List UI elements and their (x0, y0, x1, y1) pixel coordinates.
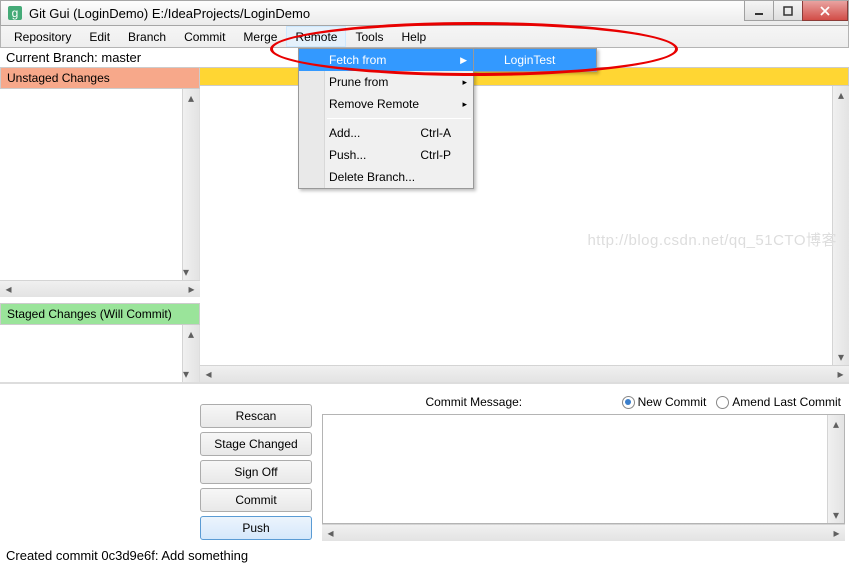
scrollbar-vertical[interactable]: ▴ ▾ (182, 325, 199, 382)
radio-amend-commit[interactable]: Amend Last Commit (716, 395, 841, 409)
scroll-right-icon[interactable]: ▸ (183, 281, 200, 297)
scrollbar-vertical[interactable]: ▴▾ (827, 415, 844, 523)
menu-fetch-from[interactable]: Fetch from▶ (299, 49, 473, 71)
title-bar: g Git Gui (LoginDemo) E:/IdeaProjects/Lo… (0, 0, 849, 26)
menu-add-remote[interactable]: Add...Ctrl-A (299, 122, 473, 144)
status-bar: Created commit 0c3d9e6f: Add something (0, 546, 849, 565)
scrollbar-horizontal[interactable]: ◂▸ (322, 524, 845, 541)
menu-separator (327, 118, 471, 119)
menu-branch[interactable]: Branch (119, 26, 175, 47)
scrollbar-horizontal[interactable]: ◂ ▸ (0, 280, 200, 297)
radio-icon (716, 396, 729, 409)
menu-commit[interactable]: Commit (175, 26, 234, 47)
submenu-logintest[interactable]: LoginTest (474, 49, 596, 71)
stage-changed-button[interactable]: Stage Changed (200, 432, 312, 456)
staged-changes-header: Staged Changes (Will Commit) (0, 303, 200, 325)
push-button[interactable]: Push (200, 516, 312, 540)
menu-push[interactable]: Push...Ctrl-P (299, 144, 473, 166)
menu-help[interactable]: Help (392, 26, 435, 47)
menu-edit[interactable]: Edit (80, 26, 119, 47)
radio-new-commit[interactable]: New Commit (622, 395, 707, 409)
scroll-down-icon[interactable]: ▾ (183, 263, 189, 280)
menu-tools[interactable]: Tools (346, 26, 392, 47)
menu-repository[interactable]: Repository (5, 26, 80, 47)
commit-message-input[interactable]: ▴▾ (322, 414, 845, 524)
commit-panel: Rescan Stage Changed Sign Off Commit Pus… (0, 382, 849, 546)
commit-button[interactable]: Commit (200, 488, 312, 512)
sign-off-button[interactable]: Sign Off (200, 460, 312, 484)
unstaged-changes-list[interactable]: ▴ ▾ (0, 89, 200, 280)
scroll-up-icon[interactable]: ▴ (183, 89, 199, 106)
app-icon: g (7, 5, 23, 21)
window-title: Git Gui (LoginDemo) E:/IdeaProjects/Logi… (29, 6, 745, 21)
menu-delete-branch[interactable]: Delete Branch... (299, 166, 473, 188)
svg-text:g: g (12, 6, 19, 20)
menu-merge[interactable]: Merge (234, 26, 286, 47)
menu-prune-from[interactable]: Prune from▸ (299, 71, 473, 93)
unstaged-changes-header: Unstaged Changes (0, 67, 200, 89)
scrollbar-vertical[interactable]: ▴ ▾ (832, 86, 849, 365)
submenu-arrow-icon: ▸ (462, 77, 467, 88)
menu-bar: Repository Edit Branch Commit Merge Remo… (0, 26, 849, 48)
close-button[interactable] (802, 1, 848, 21)
minimize-button[interactable] (744, 1, 774, 21)
scrollbar-vertical[interactable]: ▴ ▾ (182, 89, 199, 280)
commit-message-label: Commit Message: (326, 395, 622, 409)
fetch-from-submenu: LoginTest (473, 48, 597, 72)
scroll-left-icon[interactable]: ◂ (0, 281, 17, 297)
scrollbar-horizontal[interactable]: ◂▸ (200, 365, 849, 382)
menu-remove-remote[interactable]: Remove Remote▸ (299, 93, 473, 115)
submenu-arrow-icon: ▸ (462, 99, 467, 110)
radio-icon (622, 396, 635, 409)
rescan-button[interactable]: Rescan (200, 404, 312, 428)
submenu-arrow-icon: ▶ (460, 55, 467, 66)
menu-remote[interactable]: Remote (286, 26, 346, 47)
remote-dropdown: Fetch from▶ Prune from▸ Remove Remote▸ A… (298, 48, 474, 189)
staged-changes-list[interactable]: ▴ ▾ (0, 325, 200, 382)
maximize-button[interactable] (773, 1, 803, 21)
